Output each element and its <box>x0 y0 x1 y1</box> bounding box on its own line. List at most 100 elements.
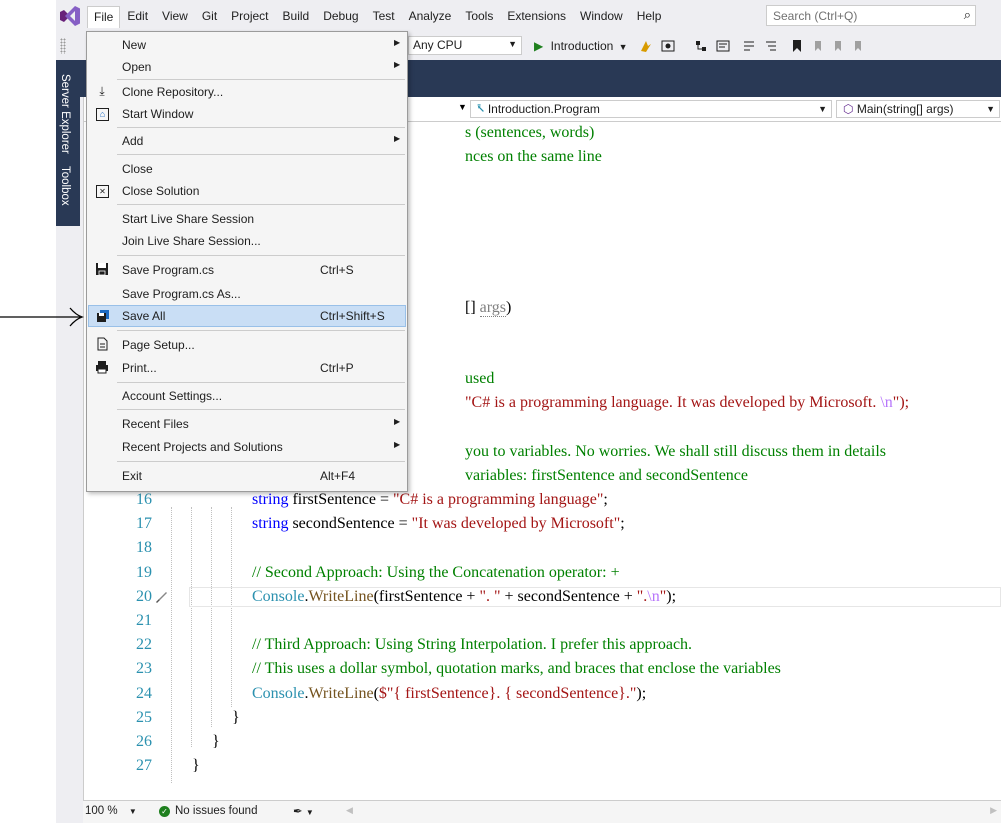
menu-item-label: Save All <box>122 309 166 323</box>
clear-bookmarks-icon[interactable] <box>852 39 866 53</box>
code-line-22: // Third Approach: Using String Interpol… <box>252 636 693 653</box>
line-number: 26 <box>136 733 152 750</box>
prev-bookmark-icon[interactable] <box>812 39 826 53</box>
browser-link-icon[interactable] <box>661 39 675 53</box>
start-debugging-button[interactable]: ▶ Introduction ▼ <box>534 38 628 55</box>
toolbar-grip[interactable] <box>60 38 66 54</box>
menu-separator <box>117 255 405 256</box>
menu-separator <box>117 79 405 80</box>
menu-item-add[interactable]: Add ▶ <box>88 130 406 152</box>
menu-item-start-window[interactable]: ⌂ Start Window <box>88 103 406 125</box>
menu-item-close-solution[interactable]: ✕ Close Solution <box>88 180 406 202</box>
side-tool-tabs: Server Explorer Toolbox <box>56 66 80 226</box>
indent-guide <box>191 507 192 747</box>
menu-item-label: Recent Projects and Solutions <box>122 440 283 454</box>
menu-build[interactable]: Build <box>276 6 317 28</box>
scroll-right-icon[interactable]: ▶ <box>990 805 997 816</box>
menu-item-exit[interactable]: Exit Alt+F4 <box>88 465 406 487</box>
member-dropdown[interactable]: ⬡ Main(string[] args) ▼ <box>836 100 1000 118</box>
class-dropdown[interactable]: ⭶ Introduction.Program ▼ <box>470 100 832 118</box>
code-line-27: } <box>192 757 200 774</box>
chevron-down-icon[interactable]: ▼ <box>458 102 467 112</box>
code-text: ) <box>506 299 512 316</box>
zoom-level[interactable]: 100 % ▼ <box>85 805 137 817</box>
next-bookmark-icon[interactable] <box>832 39 846 53</box>
menu-file[interactable]: File <box>87 6 121 28</box>
menu-separator <box>117 127 405 128</box>
menu-item-label: Exit <box>122 469 143 483</box>
hot-reload-icon[interactable] <box>638 39 652 53</box>
chevron-down-icon: ▼ <box>128 807 137 816</box>
menu-item-save-program-as[interactable]: Save Program.cs As... <box>88 283 406 305</box>
code-line-partial: you to variables. No worries. We shall s… <box>465 443 887 460</box>
comment-icon[interactable] <box>742 39 756 53</box>
menu-item-recent-files[interactable]: Recent Files ▶ <box>88 413 406 435</box>
menu-view[interactable]: View <box>155 6 195 28</box>
menu-item-label: Open <box>122 60 152 74</box>
submenu-arrow-icon: ▶ <box>394 417 401 426</box>
editor-status-bar: 100 % ▼ ✓ No issues found ✒ ▼ ◀ ▶ <box>83 800 1001 823</box>
code-escape: \n <box>647 588 660 605</box>
menu-item-start-live-share[interactable]: Start Live Share Session <box>88 208 406 230</box>
line-number: 19 <box>136 564 152 581</box>
menu-item-label: Clone Repository... <box>122 85 224 99</box>
menu-item-label: Recent Files <box>122 417 189 431</box>
menu-separator <box>117 154 405 155</box>
chevron-down-icon: ▼ <box>986 104 995 114</box>
menu-item-shortcut: Ctrl+Shift+S <box>320 309 385 323</box>
menu-git[interactable]: Git <box>195 6 224 28</box>
menu-item-new[interactable]: New ▶ <box>88 34 406 56</box>
menu-item-page-setup[interactable]: Page Setup... <box>88 334 406 356</box>
menu-extensions[interactable]: Extensions <box>500 6 573 28</box>
annotation-arrow-icon <box>0 307 85 327</box>
search-box[interactable]: Search (Ctrl+Q) ⌕ <box>766 5 976 26</box>
code-line-17: string secondSentence = "It was develope… <box>252 514 625 534</box>
menu-item-label: Close Solution <box>122 184 200 198</box>
menu-item-save-program[interactable]: Save Program.cs Ctrl+S <box>88 259 406 281</box>
submenu-arrow-icon: ▶ <box>394 134 401 143</box>
menu-item-recent-projects[interactable]: Recent Projects and Solutions ▶ <box>88 436 406 458</box>
menu-tools[interactable]: Tools <box>458 6 500 28</box>
menu-debug[interactable]: Debug <box>316 6 365 28</box>
menu-item-label: Account Settings... <box>122 389 223 403</box>
scroll-left-icon[interactable]: ◀ <box>346 805 353 816</box>
line-number: 21 <box>136 612 152 629</box>
menu-help[interactable]: Help <box>630 6 669 28</box>
menu-project[interactable]: Project <box>224 6 275 28</box>
menu-item-join-live-share[interactable]: Join Live Share Session... <box>88 230 406 252</box>
code-line-partial: nces on the same line <box>465 148 602 165</box>
code-cleanup-button[interactable]: ✒ ▼ <box>293 804 314 818</box>
menu-item-print[interactable]: Print... Ctrl+P <box>88 357 406 379</box>
code-line-24: Console.WriteLine($"{ firstSentence}. { … <box>252 684 646 704</box>
platform-dropdown[interactable]: Any CPU ▼ <box>408 36 522 55</box>
menu-item-open[interactable]: Open ▶ <box>88 56 406 78</box>
issues-indicator[interactable]: ✓ No issues found <box>159 805 257 817</box>
run-target-label: Introduction <box>550 39 614 53</box>
menu-analyze[interactable]: Analyze <box>402 6 459 28</box>
save-all-icon <box>97 310 109 322</box>
line-number: 24 <box>136 685 152 702</box>
menu-separator <box>117 382 405 383</box>
menu-item-save-all[interactable]: Save All Ctrl+Shift+S <box>88 305 406 327</box>
menu-item-label: Print... <box>122 361 157 375</box>
code-text: ); <box>666 588 677 605</box>
menu-test[interactable]: Test <box>366 6 402 28</box>
play-icon: ▶ <box>534 39 544 53</box>
menu-item-account-settings[interactable]: Account Settings... <box>88 385 406 407</box>
member-dropdown-value: Main(string[] args) <box>856 102 954 116</box>
tab-server-explorer[interactable]: Server Explorer <box>59 74 71 154</box>
menu-window[interactable]: Window <box>573 6 630 28</box>
menu-item-close[interactable]: Close <box>88 158 406 180</box>
class-view-icon[interactable] <box>694 39 708 53</box>
menu-item-label: Start Window <box>122 107 194 121</box>
code-text: ; <box>620 515 625 532</box>
code-string: ." <box>625 685 637 702</box>
solution-explorer-icon[interactable] <box>716 39 730 53</box>
file-menu-dropdown: New ▶ Open ▶ ⤓ Clone Repository... ⌂ Sta… <box>86 31 408 492</box>
clone-icon: ⤓ <box>99 84 105 98</box>
menu-item-clone-repository[interactable]: ⤓ Clone Repository... <box>88 81 406 103</box>
tab-toolbox[interactable]: Toolbox <box>59 166 71 206</box>
uncomment-icon[interactable] <box>764 39 778 53</box>
menu-edit[interactable]: Edit <box>120 6 155 28</box>
bookmark-icon[interactable] <box>790 39 804 53</box>
